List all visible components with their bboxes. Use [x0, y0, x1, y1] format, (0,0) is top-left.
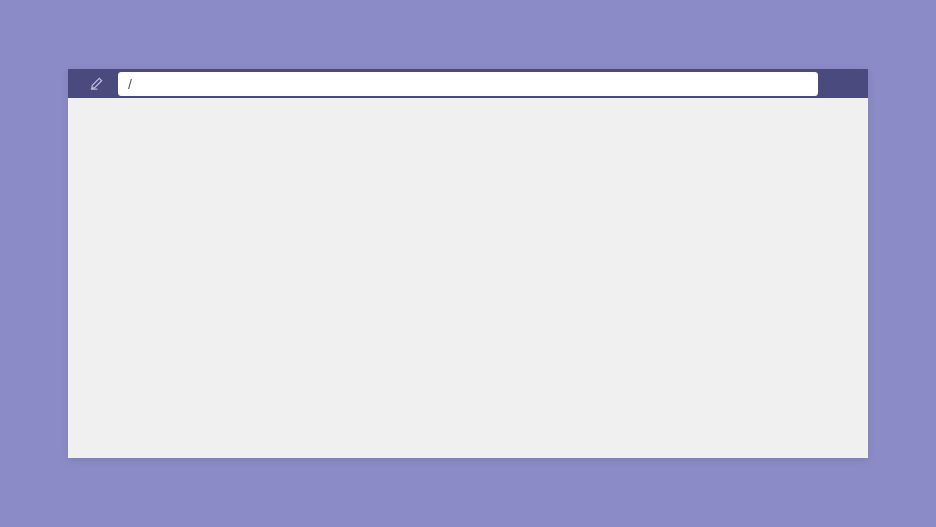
compose-icon[interactable] [88, 76, 104, 92]
search-input[interactable] [118, 72, 818, 96]
header-bar [68, 69, 868, 98]
content-area [68, 98, 868, 458]
search-container [118, 72, 818, 96]
app-window: /activitySee someone's activity/appSearc… [68, 69, 868, 458]
main-wrapper: /activitySee someone's activity/appSearc… [68, 69, 868, 458]
